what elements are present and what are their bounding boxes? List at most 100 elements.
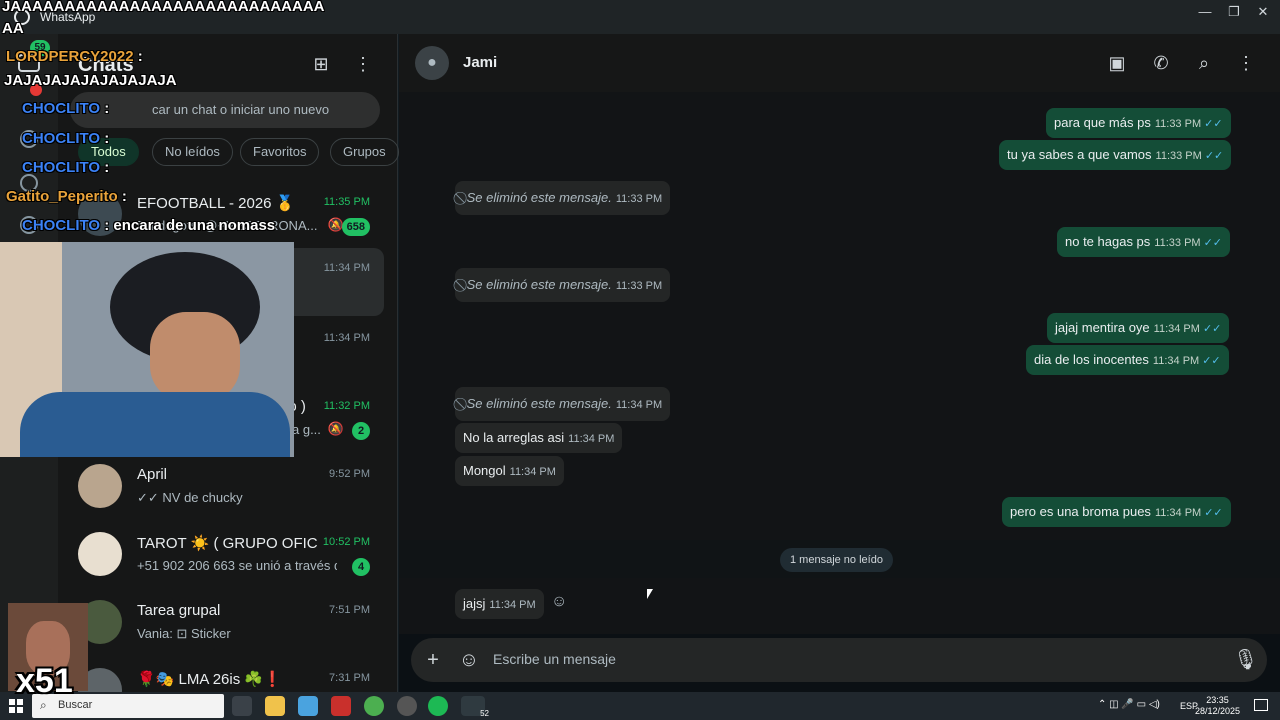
tray-icons[interactable]: ⌃ ◫ 🎤 ▭ ◁)	[1098, 699, 1160, 710]
message-time: 11:34 PM	[1154, 507, 1202, 519]
webcam-overlay	[0, 242, 294, 457]
notifications-icon[interactable]	[1254, 699, 1268, 711]
spotify-icon[interactable]	[428, 696, 448, 716]
chat-row-lma[interactable]: 🌹🎭 LMA 26is ☘️❗ 7:31 PM	[58, 658, 398, 692]
message-deleted[interactable]: ⃠ Se eliminó este mensaje. 11:33 PM	[455, 268, 671, 302]
overlay-username: LORDPERCY2022	[6, 48, 134, 65]
chat-preview: a g...	[292, 422, 321, 437]
obs-icon[interactable]	[397, 696, 417, 716]
overlay-chat-entry: Gatito_Peperito :	[6, 188, 127, 205]
read-ticks-icon: ✓✓	[1204, 507, 1223, 519]
overlay-username: Gatito_Peperito	[6, 188, 118, 205]
search-icon[interactable]: ⌕	[1192, 52, 1216, 76]
avatar	[78, 532, 122, 576]
sticker-icon[interactable]: ☺	[457, 648, 481, 672]
app-icon[interactable]	[298, 696, 318, 716]
chat-row-tarea-grupal[interactable]: Tarea grupal 7:51 PM Vania: ⊡ Sticker	[58, 590, 398, 658]
read-ticks-icon: ✓✓	[1203, 237, 1223, 249]
close-button[interactable]: ✕	[1248, 4, 1278, 20]
menu-dots-icon[interactable]: ⋮	[1234, 52, 1258, 76]
message-out[interactable]: tu ya sabes a que vamos 11:33 PM ✓✓	[999, 140, 1232, 170]
message-text: dia de los inocentes	[1034, 352, 1149, 367]
video-call-icon[interactable]: ▣	[1105, 52, 1129, 76]
read-ticks-icon: ✓✓	[1204, 150, 1224, 162]
overlay-username: CHOCLITO	[22, 159, 101, 176]
search-input[interactable]: car un chat o iniciar uno nuevo	[70, 92, 380, 128]
windows-start-icon[interactable]	[9, 699, 23, 713]
unread-label: 1 mensaje no leído	[780, 548, 893, 572]
overlay-chat-entry: CHOCLITO :	[22, 130, 110, 147]
webcam-person-face	[150, 312, 240, 402]
file-explorer-icon[interactable]	[265, 696, 285, 716]
voice-call-icon[interactable]: ✆	[1149, 52, 1173, 76]
filter-favoritos[interactable]: Favoritos	[240, 138, 320, 166]
contact-avatar-icon[interactable]: ●	[415, 46, 449, 80]
overlay-chat-message: encara de una nomass	[113, 217, 276, 234]
chat-preview: Vania: ⊡ Sticker	[137, 626, 231, 641]
message-out[interactable]: jajaj mentira oye 11:34 PM ✓✓	[1047, 313, 1230, 343]
overlay-chat-line: AA	[2, 20, 24, 37]
mouse-cursor-icon	[647, 589, 653, 599]
chat-time: 11:34 PM	[323, 332, 370, 344]
clock-time: 23:35	[1206, 695, 1229, 705]
microphone-icon[interactable]: 🎙	[1233, 648, 1258, 672]
task-view-icon[interactable]	[232, 696, 252, 716]
multiplier-overlay: x51	[16, 662, 73, 700]
overlay-chat-entry: CHOCLITO : encara de una nomass	[22, 217, 276, 234]
composer-placeholder: Escribe un mensaje	[493, 651, 616, 667]
muted-icon: 🔕	[327, 421, 344, 436]
chrome-icon[interactable]	[364, 696, 384, 716]
whatsapp-taskbar-icon[interactable]: 52	[461, 696, 489, 718]
overlay-chat-entry: CHOCLITO :	[22, 159, 110, 176]
message-text: Se eliminó este mensaje.	[466, 277, 612, 292]
read-ticks-icon: ✓✓	[1204, 118, 1223, 130]
message-in[interactable]: jajsj 11:34 PM	[455, 589, 544, 619]
message-deleted[interactable]: ⃠ Se eliminó este mensaje. 11:33 PM	[455, 181, 671, 215]
overlay-username: CHOCLITO	[22, 100, 101, 117]
chat-time: 11:32 PM	[323, 400, 370, 412]
react-emoji-icon[interactable]: ☺	[551, 593, 567, 611]
app-icon[interactable]	[331, 696, 351, 716]
chat-time: 11:34 PM	[323, 262, 370, 274]
unread-badge: 4	[352, 558, 370, 576]
message-out[interactable]: para que más ps 11:33 PM ✓✓	[1046, 108, 1231, 138]
chat-row-tarot[interactable]: TAROT ☀️ ( GRUPO OFICI... 10:52 PM +51 9…	[58, 522, 398, 590]
new-chat-icon[interactable]: ⊞	[309, 52, 333, 76]
contact-name[interactable]: Jami	[463, 54, 497, 71]
message-time: 11:34 PM	[568, 433, 615, 445]
chat-time: 7:31 PM	[329, 672, 370, 684]
chat-name: Tarea grupal	[137, 602, 221, 619]
message-in[interactable]: No la arreglas asi 11:34 PM	[455, 423, 623, 453]
message-time: 11:34 PM	[615, 399, 663, 411]
message-out[interactable]: pero es una broma pues 11:34 PM ✓✓	[1002, 497, 1231, 527]
message-composer[interactable]: + ☺ Escribe un mensaje 🎙	[411, 638, 1267, 682]
chat-preview: ✓✓ NV de chucky	[137, 490, 243, 505]
message-text: Mongol	[463, 463, 506, 478]
chat-name: 🌹🎭 LMA 26is ☘️❗	[137, 671, 282, 688]
unread-badge: 658	[341, 218, 370, 236]
filter-no-leidos[interactable]: No leídos	[152, 138, 233, 166]
chat-time: 7:51 PM	[329, 604, 370, 616]
taskbar-clock[interactable]: 23:35 28/12/2025	[1195, 695, 1240, 717]
minimize-button[interactable]: —	[1190, 4, 1220, 19]
message-deleted[interactable]: ⃠ Se eliminó este mensaje. 11:34 PM	[455, 387, 671, 421]
message-time: 11:33 PM	[1155, 150, 1202, 162]
overlay-chat-entry: LORDPERCY2022 :	[6, 48, 143, 65]
message-text: Se eliminó este mensaje.	[466, 190, 612, 205]
chat-row-april[interactable]: April 9:52 PM ✓✓ NV de chucky	[58, 454, 398, 522]
message-time: 11:34 PM	[489, 599, 536, 611]
message-text: jajaj mentira oye	[1055, 320, 1150, 335]
chat-name: April	[137, 466, 168, 483]
message-out[interactable]: dia de los inocentes 11:34 PM ✓✓	[1026, 345, 1229, 375]
attach-plus-icon[interactable]: +	[421, 648, 445, 672]
message-in[interactable]: Mongol 11:34 PM	[455, 456, 564, 486]
maximize-button[interactable]: ❐	[1219, 4, 1249, 20]
message-text: jajsj	[463, 596, 486, 611]
message-time: 11:34 PM	[1152, 355, 1200, 367]
conversation-header: ● Jami ▣ ✆ ⌕ ⋮	[399, 34, 1280, 92]
filter-grupos[interactable]: Grupos	[330, 138, 399, 166]
overlay-username: CHOCLITO	[22, 130, 101, 147]
message-time: 11:33 PM	[1154, 118, 1202, 130]
menu-dots-icon[interactable]: ⋮	[351, 52, 375, 76]
message-out[interactable]: no te hagas ps 11:33 PM ✓✓	[1057, 227, 1231, 257]
